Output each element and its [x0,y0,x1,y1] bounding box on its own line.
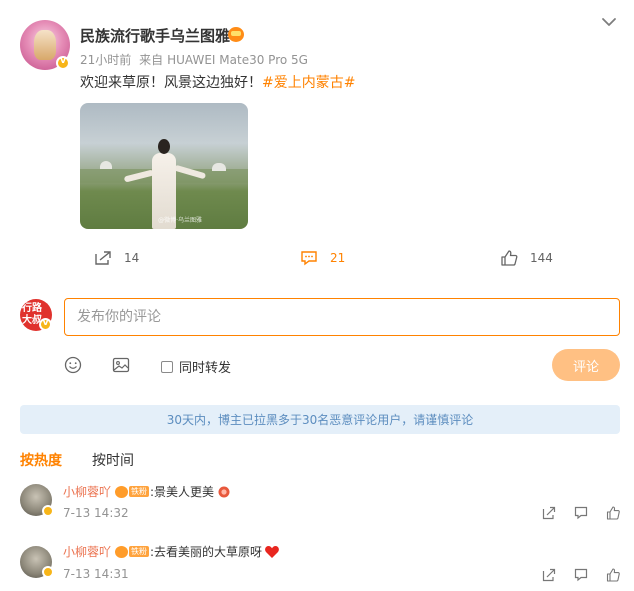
verified-badge-icon [42,566,54,578]
flower-emoji-icon [218,486,230,497]
like-count: 144 [530,251,553,265]
comment-count: 21 [330,251,346,265]
comment-time: 7-13 14:31 [63,567,129,581]
emoji-icon[interactable] [64,356,82,374]
chevron-down-icon[interactable] [600,14,618,30]
post-meta: 21小时前 来自 HUAWEI Mate30 Pro 5G [80,51,312,68]
sort-by-time-tab[interactable]: 按时间 [92,450,134,470]
post-time[interactable]: 21小时前 [80,53,131,67]
post-photo[interactable]: @微博·乌兰图雅 [80,103,248,229]
comment-input[interactable] [64,298,620,336]
comment-time: 7-13 14:32 [63,506,129,520]
fan-badge-label: 铁粉 [129,486,150,497]
heart-emoji-icon [265,545,279,558]
photo-watermark: @微博·乌兰图雅 [158,217,202,224]
checkbox-box[interactable] [161,360,173,373]
fan-heart-icon [115,545,129,558]
thumbs-up-icon[interactable] [606,506,620,520]
comment-text: :景美人更美 [150,485,215,499]
thumbs-up-icon [501,250,518,266]
share-icon[interactable] [542,568,556,582]
verified-badge-icon [56,56,70,70]
repost-button[interactable]: 14 [94,249,139,267]
repost-count: 14 [124,251,140,265]
repost-checkbox[interactable]: 同时转发 [161,357,231,376]
comment-item: 小柳蓉吖 铁粉 :景美人更美 [63,483,232,500]
fan-badge-label: 铁粉 [129,546,150,557]
comment-icon [301,251,317,266]
post-text: 欢迎来草原！风景这边独好！#爱上内蒙古# [80,72,355,92]
thumbs-up-icon[interactable] [606,568,620,582]
repost-checkbox-label: 同时转发 [179,361,232,376]
fan-badge[interactable]: 铁粉 [115,545,150,558]
image-icon[interactable] [112,356,130,374]
fan-heart-icon [115,485,129,498]
share-icon [95,251,111,265]
post-body: 欢迎来草原！风景这边独好！ [80,75,262,91]
comment-icon[interactable] [574,568,588,582]
vip-member-icon[interactable] [228,27,244,42]
fan-badge[interactable]: 铁粉 [115,485,150,498]
source-prefix: 来自 [139,53,164,67]
notice-banner: 30天内，博主已拉黑多于30名恶意评论用户，请谨慎评论 [20,405,620,434]
comment-icon[interactable] [574,506,588,520]
author-name[interactable]: 民族流行歌手乌兰图雅 [80,25,230,46]
sort-by-hot-tab[interactable]: 按热度 [20,450,62,470]
verified-badge-icon [42,505,54,517]
share-icon[interactable] [542,506,556,520]
comment-text: :去看美丽的大草原呀 [150,545,263,559]
submit-comment-button[interactable]: 评论 [552,349,620,381]
post-device: HUAWEI Mate30 Pro 5G [167,53,308,67]
commenter-name[interactable]: 小柳蓉吖 [63,483,111,500]
verified-badge-icon [39,318,52,331]
hashtag-link[interactable]: #爱上内蒙古# [262,75,355,91]
comment-button[interactable]: 21 [300,249,345,267]
like-button[interactable]: 144 [500,249,553,267]
comment-item: 小柳蓉吖 铁粉 :去看美丽的大草原呀 [63,543,280,560]
commenter-name[interactable]: 小柳蓉吖 [63,543,111,560]
